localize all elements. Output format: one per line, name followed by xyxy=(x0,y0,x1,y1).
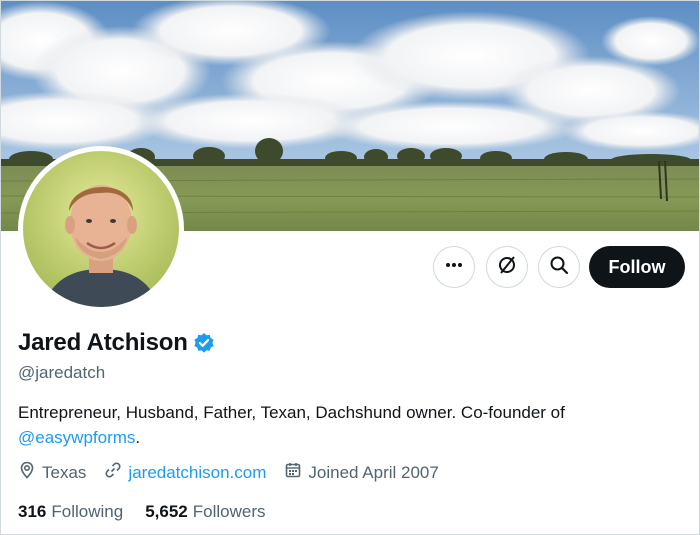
location-item: Texas xyxy=(18,461,86,484)
profile-meta: Texas jaredatchison.com Joined April 200… xyxy=(18,461,457,484)
bio-text: Entrepreneur, Husband, Father, Texan, Da… xyxy=(18,403,565,422)
user-handle: @jaredatch xyxy=(18,363,106,382)
profile-stats: 316 Following 5,652 Followers xyxy=(18,502,287,522)
notifications-button[interactable] xyxy=(486,246,528,288)
avatar[interactable] xyxy=(18,146,184,312)
follow-button[interactable]: Follow xyxy=(589,246,685,288)
calendar-icon xyxy=(284,461,308,484)
website-link[interactable]: jaredatchison.com xyxy=(128,463,266,483)
joined-item: Joined April 2007 xyxy=(284,461,439,484)
bio-mention-link[interactable]: @easywpforms xyxy=(18,428,135,447)
search-icon xyxy=(549,255,569,280)
followers-link[interactable]: 5,652 Followers xyxy=(145,502,265,522)
following-link[interactable]: 316 Following xyxy=(18,502,123,522)
link-icon xyxy=(104,461,128,484)
more-button[interactable] xyxy=(433,246,475,288)
followers-label: Followers xyxy=(192,502,266,521)
joined-text: Joined April 2007 xyxy=(308,462,439,482)
location-pin-icon xyxy=(18,461,42,484)
bio: Entrepreneur, Husband, Father, Texan, Da… xyxy=(18,400,658,450)
verified-badge-icon[interactable] xyxy=(193,332,215,354)
more-icon xyxy=(444,255,464,280)
name-row: Jared Atchison xyxy=(18,329,215,357)
search-profile-button[interactable] xyxy=(538,246,580,288)
following-label: Following xyxy=(51,502,124,521)
website-item: jaredatchison.com xyxy=(104,461,266,484)
location-text: Texas xyxy=(42,462,87,482)
following-count: 316 xyxy=(18,502,47,521)
profile-page: Follow Jared Atchison @jaredatch Entrepr… xyxy=(0,0,700,535)
notifications-off-icon xyxy=(496,254,518,281)
display-name: Jared Atchison xyxy=(18,329,188,356)
bio-end: . xyxy=(135,428,141,447)
followers-count: 5,652 xyxy=(145,502,188,521)
